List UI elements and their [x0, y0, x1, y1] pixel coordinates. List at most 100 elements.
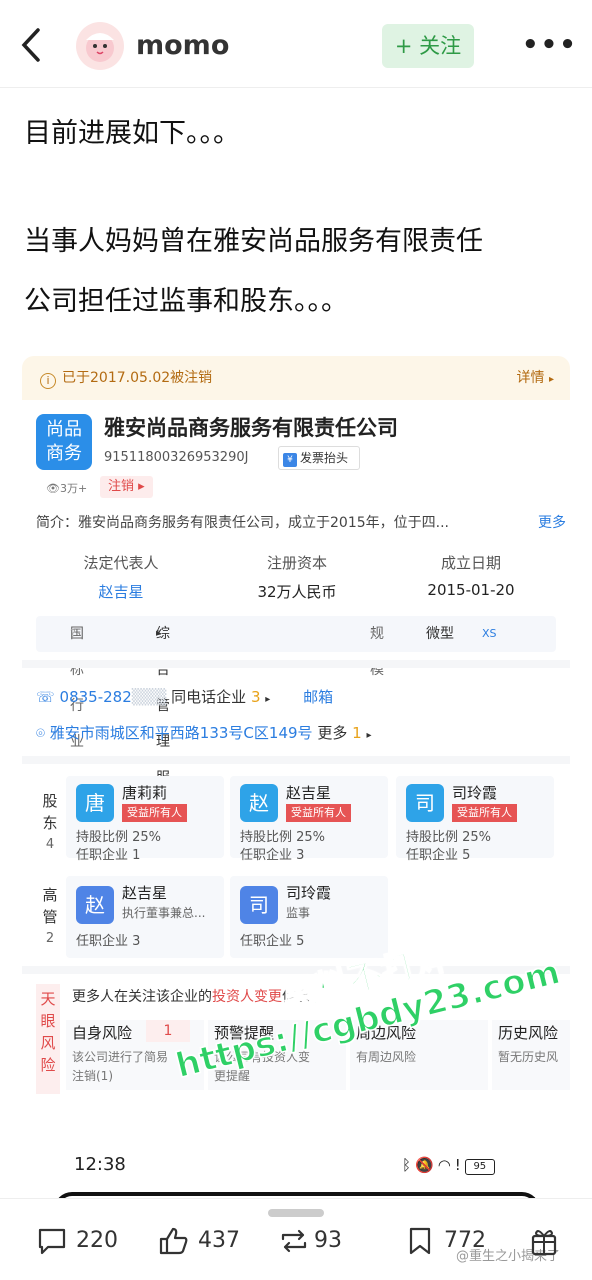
- same-phone-count[interactable]: 3: [251, 688, 261, 706]
- legal-rep-link[interactable]: 赵吉星: [36, 581, 206, 602]
- executive-card[interactable]: 赵 赵吉星 执行董事兼总... 任职企业 3: [66, 876, 224, 958]
- intro-label: 简介：: [36, 515, 78, 531]
- job-count: 任职企业 1: [76, 848, 141, 863]
- company-logo: 尚品 商务: [36, 414, 92, 470]
- share-ratio: 持股比例 25%: [406, 830, 492, 845]
- stat-founded: 成立日期 2015-01-20: [386, 552, 556, 599]
- desc-line: 该公司进行了简易: [72, 1050, 169, 1064]
- label-char: 高: [42, 886, 58, 904]
- invoice-button[interactable]: ¥ 发票抬头: [278, 446, 360, 470]
- share-ratio: 持股比例 25%: [76, 830, 162, 845]
- company-intro[interactable]: 简介：雅安尚品商务服务有限责任公司，成立于2015年，位于四... 更多: [36, 512, 566, 532]
- post-text-line: 公司担任过监事和股东。。。: [24, 286, 348, 317]
- shareholders-label: 股 东 4: [36, 790, 64, 856]
- beneficiary-tag: 受益所有人: [122, 804, 187, 822]
- post-text-paragraph: 当事人妈妈曾在雅安尚品服务有限责任 公司担任过监事和股东。。。: [24, 212, 572, 332]
- shareholders-count: 4: [45, 837, 55, 852]
- stat-label: 成立日期: [440, 554, 501, 572]
- same-phone-label: 同电话企业: [171, 688, 247, 706]
- job-count: 任职企业 5: [240, 934, 305, 949]
- back-arrow-icon[interactable]: [18, 28, 48, 62]
- scale-value: 微型: [426, 626, 454, 642]
- person-avatar: 唐: [76, 784, 114, 822]
- bookmark-icon: [409, 1227, 431, 1255]
- intro-more-link[interactable]: 更多: [534, 512, 566, 532]
- email-link[interactable]: 邮箱: [303, 688, 333, 706]
- comment-button[interactable]: 220: [36, 1223, 126, 1259]
- help-icon: ?: [370, 627, 376, 640]
- person-avatar: 赵: [240, 784, 278, 822]
- drag-handle[interactable]: [268, 1209, 324, 1217]
- risk-desc: 暂无历史风: [498, 1048, 558, 1067]
- like-count: 437: [198, 1228, 240, 1253]
- job-count: 任职企业 3: [76, 934, 141, 949]
- company-name: 雅安尚品商务服务有限责任公司: [104, 416, 398, 440]
- gift-icon[interactable]: [530, 1225, 558, 1257]
- like-button[interactable]: 437: [158, 1223, 248, 1259]
- help-icon: ?: [70, 627, 76, 640]
- avatar[interactable]: [76, 22, 124, 70]
- stat-legal-rep: 法定代表人 赵吉星: [36, 552, 206, 602]
- phone-row[interactable]: ☏ 0835-282▒▒▒ 同电话企业 3 ▸ 邮箱: [36, 686, 333, 707]
- address-count[interactable]: 1: [352, 724, 362, 742]
- address-more-label: 更多: [317, 724, 348, 742]
- follow-button[interactable]: + 关注: [382, 24, 474, 68]
- username[interactable]: momo: [136, 30, 229, 61]
- phone-number[interactable]: 0835-282: [60, 688, 132, 706]
- views-value: 3万+: [59, 482, 88, 495]
- person-name[interactable]: 司玲霞: [286, 882, 331, 903]
- beneficiary-tag: 受益所有人: [452, 804, 517, 822]
- beneficiary-tag: 受益所有人: [286, 804, 351, 822]
- person-name[interactable]: 唐莉莉: [122, 782, 167, 803]
- person-name[interactable]: 赵吉星: [286, 782, 331, 803]
- person-avatar: 司: [406, 784, 444, 822]
- risk-label: 天 眼 风 险: [36, 984, 60, 1094]
- address-text[interactable]: 雅安市雨城区和平西路133号C区149号: [50, 724, 313, 742]
- share-ratio: 持股比例 25%: [240, 830, 326, 845]
- wifi-icon: ◠: [437, 1156, 455, 1174]
- risk-desc: 该公司进行了简易 注销(1): [72, 1048, 168, 1086]
- view-count: 👁3万+: [46, 482, 88, 495]
- executives-label: 高 管 2: [36, 884, 64, 950]
- logo-line: 商务: [46, 443, 82, 464]
- person-avatar: 赵: [76, 886, 114, 924]
- job-count: 任职企业 3: [240, 848, 305, 863]
- label-char: 管: [42, 908, 58, 926]
- chevron-right-icon: ▸: [156, 628, 162, 639]
- bottom-action-bar: 220 437 93 772 @重生之小揭来了: [0, 1198, 592, 1280]
- stat-value: 2015-01-20: [427, 581, 515, 599]
- chevron-right-icon: ▸: [366, 730, 372, 741]
- executive-card[interactable]: 司 司玲霞 监事 任职企业 5: [230, 876, 388, 958]
- industry-row[interactable]: 国标行业 ? 综合管理服务 ▸ 规模 ? 微型 XS: [36, 616, 556, 822]
- repost-count: 93: [314, 1228, 342, 1253]
- shareholder-card[interactable]: 唐 唐莉莉 受益所有人 持股比例 25% 任职企业 1: [66, 776, 224, 863]
- top-bar: momo + 关注 •••: [0, 0, 592, 88]
- banner-text: 已于2017.05.02被注销: [62, 370, 213, 386]
- more-dots-icon[interactable]: •••: [522, 32, 578, 58]
- battery-icon: 95: [464, 1159, 495, 1175]
- label-char: 风: [40, 1034, 56, 1052]
- status-bar: 12:38 ᛒ🔕◠! 95: [0, 1148, 592, 1182]
- shareholder-card[interactable]: 赵 赵吉星 受益所有人 持股比例 25% 任职企业 3: [230, 776, 388, 863]
- status-time: 12:38: [74, 1154, 126, 1175]
- risk-history[interactable]: 历史风险 暂无历史风: [492, 1020, 570, 1090]
- stat-label: 法定代表人: [83, 554, 159, 572]
- cancelled-banner[interactable]: i 已于2017.05.02被注销 详情 ▸: [22, 356, 570, 400]
- banner-detail-link[interactable]: 详情 ▸: [517, 356, 554, 402]
- desc-line: 注销(1): [72, 1069, 113, 1083]
- label-char: 东: [42, 814, 58, 832]
- divider: [22, 756, 570, 764]
- invoice-label: 发票抬头: [300, 451, 349, 465]
- person-role: 监事: [286, 906, 311, 920]
- repost-button[interactable]: 93: [278, 1223, 358, 1259]
- mute-icon: 🔕: [415, 1156, 438, 1174]
- shareholder-card[interactable]: 司 司玲霞 受益所有人 持股比例 25% 任职企业 5: [396, 776, 554, 863]
- chevron-right-icon: ▸: [548, 374, 554, 385]
- desc-line: 暂无历史风: [498, 1050, 559, 1064]
- address-row[interactable]: ⌾ 雅安市雨城区和平西路133号C区149号 更多 1 ▸: [36, 722, 371, 743]
- phone-icon: ☏: [36, 688, 55, 706]
- person-name[interactable]: 司玲霞: [452, 782, 497, 803]
- person-name[interactable]: 赵吉星: [122, 882, 167, 903]
- risk-title: 自身风险: [72, 1024, 133, 1042]
- risk-title: 历史风险: [498, 1024, 559, 1042]
